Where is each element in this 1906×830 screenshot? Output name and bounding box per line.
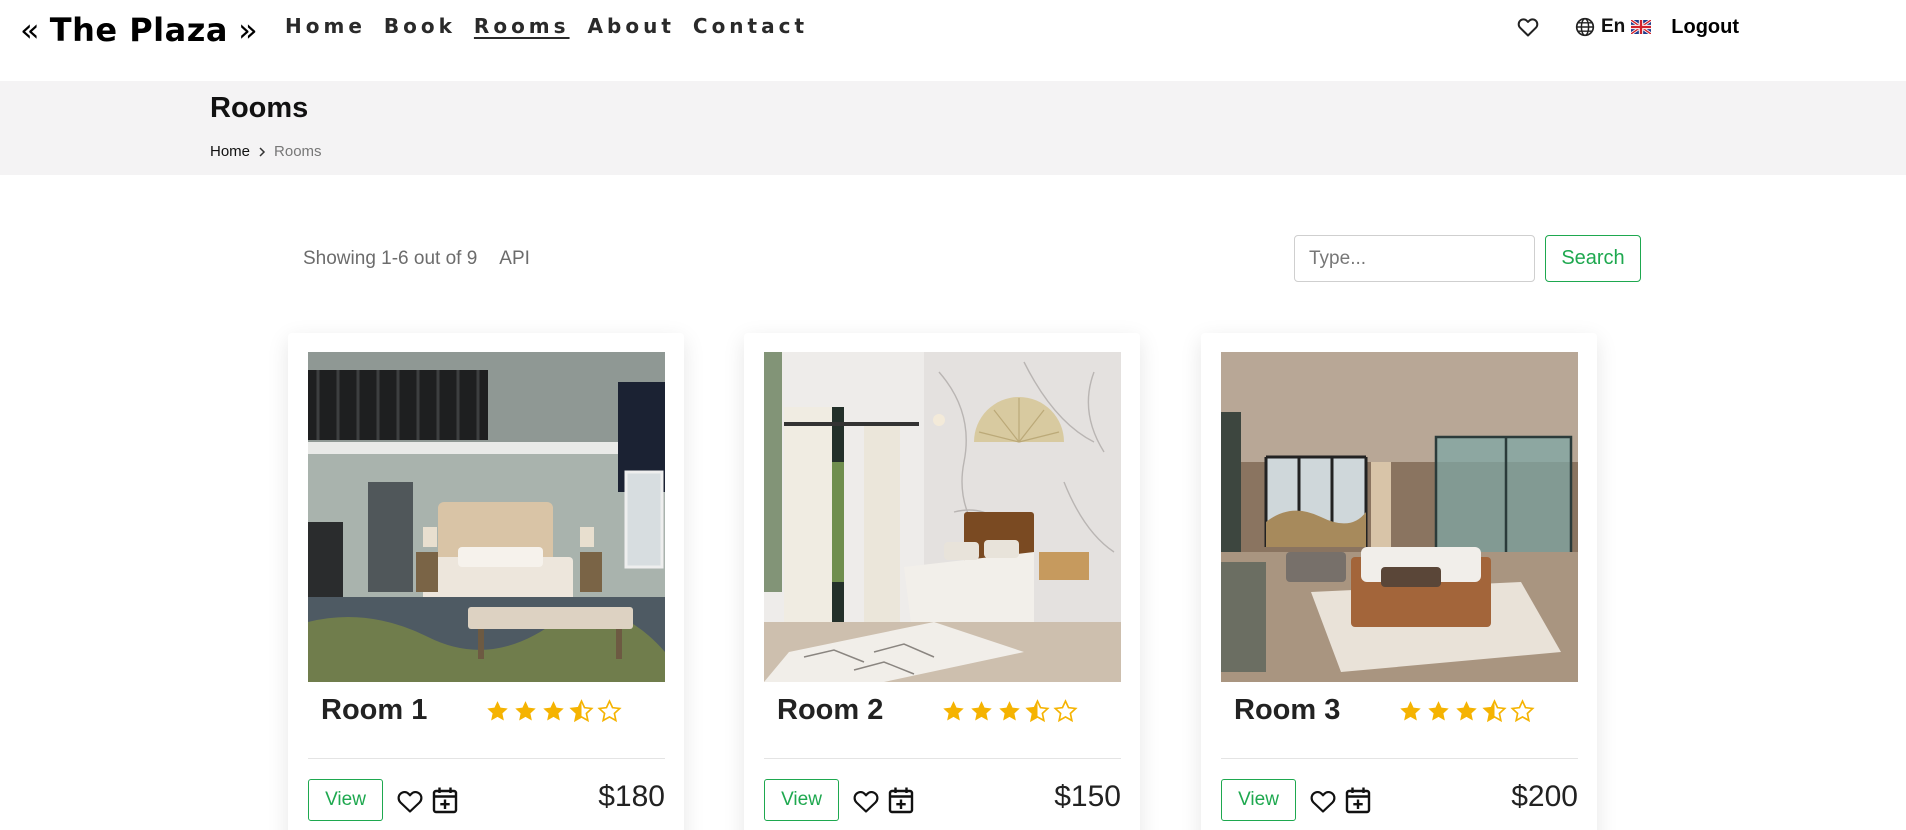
star-full-icon [1428, 701, 1449, 721]
card-divider [1221, 758, 1578, 759]
star-empty-icon [1510, 699, 1535, 723]
card-divider [308, 758, 665, 759]
card-divider [764, 758, 1121, 759]
star-empty-icon [1053, 699, 1078, 723]
source-label[interactable]: API [499, 248, 530, 269]
view-button[interactable]: View [764, 779, 839, 821]
nav-home[interactable]: Home [285, 14, 366, 38]
room-photo [764, 352, 1121, 682]
nav-book[interactable]: Book [384, 14, 456, 38]
nav-rooms[interactable]: Rooms [474, 14, 570, 38]
nav-about[interactable]: About [588, 14, 675, 38]
search-button[interactable]: Search [1545, 235, 1641, 282]
breadcrumb-home[interactable]: Home [210, 143, 250, 160]
star-half-icon [569, 699, 594, 723]
nav-contact[interactable]: Contact [693, 14, 808, 38]
heart-icon[interactable] [1309, 788, 1337, 814]
chevron-right-icon [259, 146, 266, 157]
star-half-icon [1025, 699, 1050, 723]
search-input[interactable] [1294, 235, 1535, 282]
results-summary: Showing 1-6 out of 9 API [303, 248, 530, 270]
calendar-plus-icon[interactable] [1345, 786, 1371, 814]
view-button[interactable]: View [308, 779, 383, 821]
star-full-icon [999, 701, 1020, 721]
star-full-icon [1456, 701, 1477, 721]
star-half-icon [1482, 699, 1507, 723]
room-price: $200 [1511, 780, 1578, 813]
room-card: Room 2 View $150 [744, 333, 1140, 830]
rating-stars [1398, 699, 1535, 724]
main-nav: Home Book Rooms About Contact [285, 14, 826, 38]
heart-icon[interactable] [396, 788, 424, 814]
brand-prefix: « [20, 11, 40, 49]
room-photo [308, 352, 665, 682]
star-full-icon [487, 701, 508, 721]
logout-link[interactable]: Logout [1671, 16, 1739, 39]
calendar-plus-icon[interactable] [888, 786, 914, 814]
room-card: Room 3 View $200 [1201, 333, 1597, 830]
room-name: Room 3 [1234, 694, 1341, 726]
header-tools: En Logout [1516, 14, 1739, 40]
brand-name: The Plaza [49, 11, 228, 49]
calendar-plus-icon[interactable] [432, 786, 458, 814]
room-price: $180 [598, 780, 665, 813]
star-full-icon [943, 701, 964, 721]
breadcrumb: Home Rooms [210, 143, 322, 160]
page-title: Rooms [210, 92, 309, 124]
globe-icon [1575, 17, 1595, 37]
brand-suffix: » [238, 11, 258, 49]
rating-stars [941, 699, 1078, 724]
room-photo [1221, 352, 1578, 682]
language-selector[interactable]: En [1575, 16, 1652, 38]
brand-logo[interactable]: « The Plaza » [20, 11, 258, 49]
breadcrumb-current: Rooms [274, 143, 322, 160]
showing-count: Showing 1-6 out of 9 [303, 248, 478, 269]
room-name: Room 2 [777, 694, 884, 726]
star-full-icon [543, 701, 564, 721]
star-empty-icon [597, 699, 622, 723]
page-header-band: Rooms Home Rooms [0, 81, 1906, 175]
star-full-icon [515, 701, 536, 721]
heart-icon[interactable] [852, 788, 880, 814]
room-card: Room 1 View $180 [288, 333, 684, 830]
uk-flag-icon [1631, 20, 1652, 34]
top-navbar: « The Plaza » Home Book Rooms About Cont… [0, 0, 1906, 81]
rating-stars [485, 699, 622, 724]
room-price: $150 [1054, 780, 1121, 813]
star-full-icon [1400, 701, 1421, 721]
star-full-icon [971, 701, 992, 721]
heart-icon[interactable] [1516, 15, 1540, 39]
language-code: En [1601, 16, 1626, 37]
view-button[interactable]: View [1221, 779, 1296, 821]
room-name: Room 1 [321, 694, 428, 726]
